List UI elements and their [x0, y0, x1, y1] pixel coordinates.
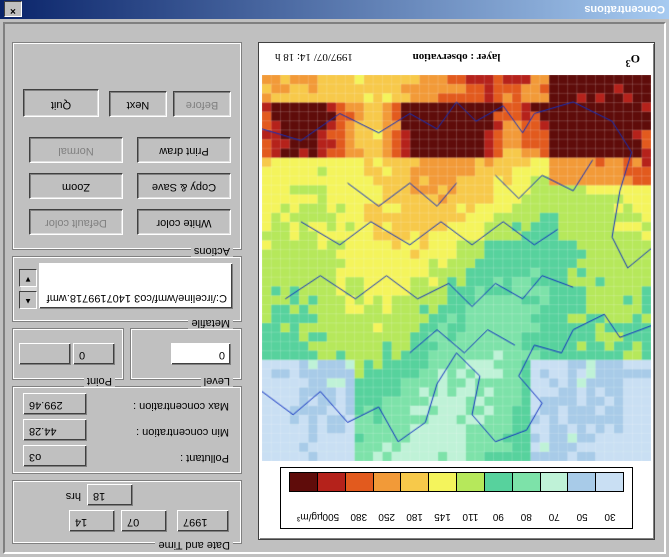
hour-field[interactable]: 18	[87, 484, 133, 506]
group-legend: Point	[84, 375, 115, 387]
print-draw-button[interactable]: Print draw	[137, 137, 231, 163]
title-bar: Concentrations ×	[0, 0, 669, 19]
group-legend: Metafile	[188, 317, 233, 329]
legend-tick: 90	[484, 508, 512, 522]
legend-swatches	[289, 474, 624, 492]
month-field[interactable]: 07	[121, 510, 167, 532]
next-button[interactable]: Next	[109, 91, 167, 117]
group-legend: Level	[201, 375, 233, 387]
legend-tick: 180	[401, 508, 429, 522]
point-extra[interactable]	[19, 343, 71, 365]
before-button[interactable]: Before	[173, 91, 231, 117]
group-legend: Date and Time	[155, 539, 233, 551]
white-color-button[interactable]: White color	[137, 209, 231, 235]
close-icon[interactable]: ×	[4, 2, 22, 18]
group-level: Level 0	[130, 328, 242, 380]
group-metafile: Metafile C:/irceline/wmf/co3 1407199718.…	[12, 256, 242, 322]
group-date-time: Date and Time 1997 07 14 18 hrs	[12, 480, 242, 544]
pollutant-symbol: O3	[626, 51, 640, 68]
legend-tick: 80	[512, 508, 540, 522]
legend-tick: 50	[568, 508, 596, 522]
map-grid[interactable]	[262, 75, 651, 461]
layer-label: layer : observation	[413, 51, 501, 63]
pollutant-value: o3	[23, 445, 87, 467]
point-value[interactable]: 0	[73, 343, 115, 365]
copy-save-button[interactable]: Copy & Save	[137, 173, 231, 199]
map-panel: 30 50 70 80 90 110 145 180 250 380 500 µ…	[258, 42, 655, 540]
day-field[interactable]: 14	[69, 510, 115, 532]
legend-ticks: 30 50 70 80 90 110 145 180 250 380 500	[289, 508, 624, 522]
group-stats: Pollutant : o3 Min concentration : 44.28…	[12, 386, 242, 474]
legend-tick: 250	[373, 508, 401, 522]
quit-button[interactable]: Quit	[23, 89, 99, 117]
min-label: Min concentration :	[136, 426, 229, 438]
hours-label: hrs	[66, 490, 81, 502]
max-value: 299.46	[23, 393, 87, 415]
scroll-up-icon[interactable]: ▲	[19, 291, 37, 309]
color-legend: 30 50 70 80 90 110 145 180 250 380 500 µ…	[280, 467, 633, 529]
legend-tick: 145	[429, 508, 457, 522]
min-value: 44.28	[23, 419, 87, 441]
legend-tick: 30	[596, 508, 624, 522]
group-legend: Actions	[191, 245, 233, 257]
legend-tick: 380	[345, 508, 373, 522]
pollutant-label: Pollutant :	[180, 452, 229, 464]
normal-button[interactable]: Normal	[29, 137, 123, 163]
controls-column: Date and Time 1997 07 14 18 hrs Pollutan…	[12, 30, 242, 544]
level-input[interactable]: 0	[171, 343, 231, 365]
group-point: Point 0	[12, 328, 124, 380]
group-actions: Actions White color Default color Copy &…	[12, 42, 242, 250]
client-area: 30 50 70 80 90 110 145 180 250 380 500 µ…	[3, 22, 666, 554]
scroll-down-icon[interactable]: ▼	[19, 269, 37, 287]
window-title: Concentrations	[584, 4, 665, 16]
map-timestamp: 1997/07/ 14: 18 h	[275, 51, 353, 63]
legend-tick: 70	[540, 508, 568, 522]
legend-unit: µg/m³	[297, 511, 323, 522]
max-label: Max concentration :	[133, 400, 229, 412]
zoom-button[interactable]: Zoom	[29, 173, 123, 199]
year-field[interactable]: 1997	[177, 510, 229, 532]
legend-tick: 110	[456, 508, 484, 522]
default-color-button[interactable]: Default color	[29, 209, 123, 235]
metafile-path[interactable]: C:/irceline/wmf/co3 1407199718.wmf	[39, 263, 233, 309]
metafile-scrollbar[interactable]: ▲ ▼	[21, 269, 37, 309]
